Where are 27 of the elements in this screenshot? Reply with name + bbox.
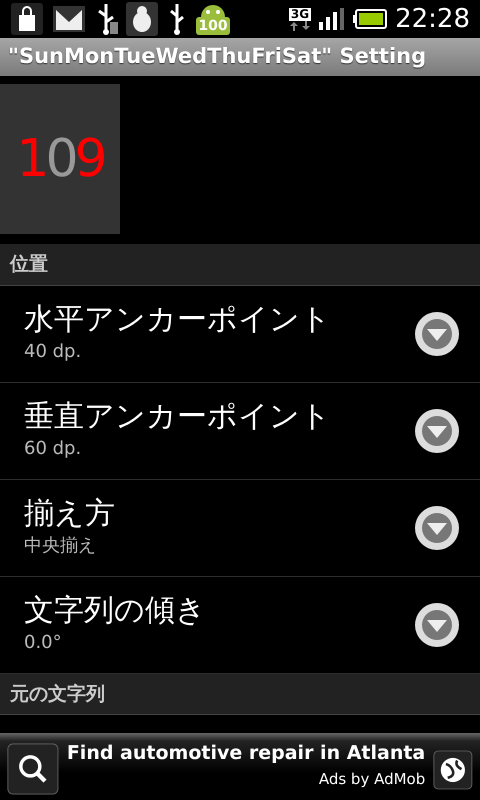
signal-icon <box>319 8 346 30</box>
data-arrows-icon <box>288 20 311 30</box>
window-title: "SunMonTueWedThuFriSat" Setting <box>8 43 426 70</box>
setting-title: 文字列の傾き <box>24 593 206 629</box>
dropdown-icon <box>414 310 460 356</box>
section-header: 元の文字列 <box>10 682 105 704</box>
ad-attribution: Ads by AdMob <box>318 768 426 790</box>
setting-value: 0.0° <box>24 631 62 655</box>
setting-value: 60 dp. <box>24 437 82 461</box>
setting-title: 揃え方 <box>24 496 115 532</box>
shopping-bag-icon <box>10 2 44 36</box>
setting-value: 40 dp. <box>24 340 82 364</box>
dropdown-icon <box>414 504 460 550</box>
preview-digits: 109 <box>16 128 104 191</box>
clock-time: 22:28 <box>395 6 470 32</box>
battery-icon <box>353 9 388 29</box>
setting-row[interactable]: 揃え方 中央揃え <box>0 480 480 576</box>
setting-title: 水平アンカーポイント <box>24 302 331 338</box>
dropdown-icon <box>414 408 460 454</box>
ad-headline: Find automotive repair in Atlanta <box>66 741 426 766</box>
setting-title: 垂直アンカーポイント <box>24 399 331 435</box>
setting-row[interactable]: 水平アンカーポイント 40 dp. <box>0 286 480 382</box>
setting-row[interactable]: 垂直アンカーポイント 60 dp. <box>0 382 480 480</box>
section-header: 位置 <box>10 253 48 275</box>
network-type-label: 3G <box>288 8 312 20</box>
setting-value: 中央揃え <box>24 534 96 558</box>
dropdown-icon <box>414 602 460 648</box>
